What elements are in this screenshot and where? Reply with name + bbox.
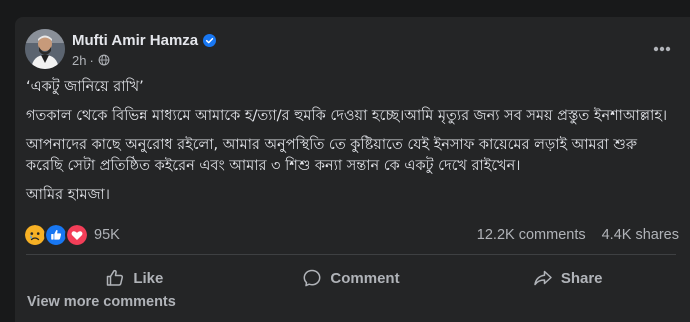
author-name[interactable]: Mufti Amir Hamza: [72, 32, 198, 49]
comment-label: Comment: [330, 269, 400, 287]
comments-count-link[interactable]: 12.2K comments: [477, 227, 586, 243]
shares-count-link[interactable]: 4.4K shares: [602, 227, 679, 243]
post-signature: আমির হামজা।: [26, 187, 110, 203]
share-button[interactable]: Share: [459, 256, 676, 300]
reaction-icons[interactable]: [23, 223, 89, 247]
page: Mufti Amir Hamza 2h · ‘একটু জানিয়ে রাখি: [0, 0, 690, 322]
thumbs-up-icon: [107, 269, 124, 286]
comment-bubble-icon: [303, 269, 321, 287]
more-options-icon[interactable]: [649, 39, 675, 59]
view-more-comments-link[interactable]: View more comments: [27, 294, 176, 310]
author-row: Mufti Amir Hamza: [72, 30, 217, 50]
avatar-image: [25, 29, 65, 69]
reaction-count[interactable]: 95K: [94, 227, 120, 243]
post-title-line: ‘একটু জানিয়ে রাখি’: [26, 79, 144, 95]
like-label: Like: [133, 269, 164, 287]
post-paragraph: আপনাদের কাছে অনুরোধ রইলো, আমার অনুপস্থিত…: [26, 137, 637, 174]
post-card: Mufti Amir Hamza 2h · ‘একটু জানিয়ে রাখি: [15, 17, 690, 322]
verified-badge-icon: [203, 33, 217, 47]
globe-icon[interactable]: [98, 54, 110, 66]
post-paragraph: গতকাল থেকে বিভিন্ন মাধ্যমে আমাকে হ/ত্যা/…: [26, 108, 668, 124]
post-meta: 2h ·: [72, 52, 110, 68]
share-arrow-icon: [534, 270, 552, 286]
post-timestamp[interactable]: 2h: [72, 53, 86, 68]
love-react-icon: [65, 223, 89, 247]
share-label: Share: [560, 269, 603, 287]
post-body: ‘একটু জানিয়ে রাখি’ গতকাল থেকে বিভিন্ন ম…: [26, 77, 676, 206]
comment-button[interactable]: Comment: [243, 256, 460, 300]
actions-divider: [26, 254, 676, 255]
meta-separator: ·: [89, 52, 94, 68]
author-avatar[interactable]: [25, 29, 65, 69]
engagement-stats: 12.2K comments 4.4K shares: [477, 227, 679, 243]
reactions-summary: 95K 12.2K comments 4.4K shares: [23, 223, 679, 247]
